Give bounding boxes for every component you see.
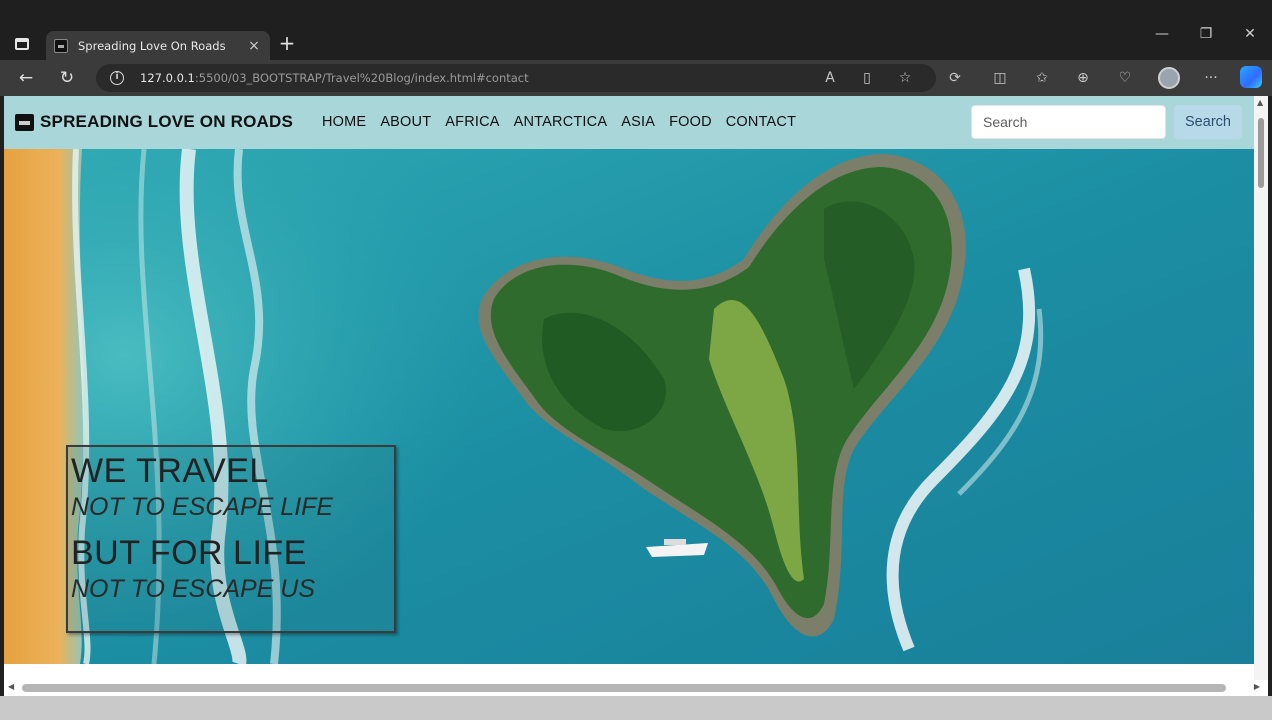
split-screen-icon[interactable]: ◫ [990, 68, 1010, 88]
nav-link-africa[interactable]: AFRICA [445, 114, 499, 130]
vertical-scroll-thumb[interactable] [1258, 118, 1264, 188]
favicon-icon [54, 38, 68, 53]
hero-quote-box: WE TRAVEL NOT TO ESCAPE LIFE BUT FOR LIF… [66, 445, 396, 633]
url-path: :5500/03_BOOTSTRAP/Travel%20Blog/index.h… [194, 71, 529, 85]
tab-actions-icon[interactable] [10, 32, 34, 56]
hero-line-not-escape-us: NOT TO ESCAPE US [71, 575, 316, 603]
taskbar-strip [0, 696, 1272, 720]
profile-avatar[interactable] [1158, 67, 1180, 89]
nav-link-contact[interactable]: CONTACT [726, 114, 796, 130]
nav-link-asia[interactable]: ASIA [621, 114, 655, 130]
brand-name: SPREADING LOVE ON ROADS [40, 112, 294, 131]
hero-banner: WE TRAVEL NOT TO ESCAPE LIFE BUT FOR LIF… [4, 149, 1254, 664]
url-host: 127.0.0.1 [140, 71, 195, 85]
url-text: 127.0.0.1:5500/03_BOOTSTRAP/Travel%20Blo… [140, 71, 529, 85]
puzzle-icon[interactable]: ⟳ [945, 68, 965, 88]
back-icon[interactable]: ← [15, 67, 37, 89]
read-aloud-icon[interactable]: A [820, 68, 840, 88]
scroll-left-icon[interactable]: ◀ [8, 682, 14, 691]
info-icon[interactable]: i [110, 71, 124, 85]
heart-icon[interactable]: ♡ [1115, 68, 1135, 88]
collections-icon[interactable]: ⊕ [1073, 68, 1093, 88]
browser-toolbar: ← ↻ i 127.0.0.1:5500/03_BOOTSTRAP/Travel… [0, 60, 1272, 96]
nav-menu: HOME ABOUT AFRICA ANTARCTICA ASIA FOOD C… [322, 114, 810, 130]
nav-link-home[interactable]: HOME [322, 114, 366, 130]
horizontal-scroll-thumb[interactable] [22, 684, 1226, 692]
refresh-icon[interactable]: ↻ [56, 67, 78, 89]
close-window-button[interactable]: ✕ [1240, 26, 1260, 42]
tab-close-button[interactable]: × [246, 38, 262, 54]
scroll-up-icon[interactable]: ▲ [1257, 98, 1263, 107]
minimize-button[interactable]: — [1152, 26, 1172, 42]
browser-tab-bar: Spreading Love On Roads × + — ❐ ✕ [0, 0, 1272, 60]
hero-line-we-travel: WE TRAVEL [71, 452, 269, 490]
browser-tab[interactable]: Spreading Love On Roads × [46, 31, 270, 60]
hero-line-but-for-life: BUT FOR LIFE [71, 534, 307, 572]
more-icon[interactable]: ··· [1201, 68, 1221, 88]
brand[interactable]: SPREADING LOVE ON ROADS [15, 112, 293, 132]
address-bar[interactable]: i 127.0.0.1:5500/03_BOOTSTRAP/Travel%20B… [96, 64, 936, 92]
favorites-icon[interactable]: ✩ [1032, 68, 1052, 88]
page-viewport: SPREADING LOVE ON ROADS HOME ABOUT AFRIC… [4, 96, 1268, 696]
immersive-reader-icon[interactable]: ▯ [857, 68, 877, 88]
copilot-icon[interactable] [1240, 66, 1262, 88]
site-navbar: SPREADING LOVE ON ROADS HOME ABOUT AFRIC… [4, 96, 1254, 149]
maximize-button[interactable]: ❐ [1196, 26, 1216, 42]
nav-link-about[interactable]: ABOUT [380, 114, 431, 130]
star-icon[interactable]: ☆ [895, 68, 915, 88]
search-input[interactable] [971, 105, 1166, 139]
search-button[interactable]: Search [1174, 105, 1242, 139]
horizontal-scrollbar[interactable]: ◀ ▶ [4, 680, 1268, 696]
brand-logo-icon [15, 113, 34, 131]
hero-line-not-escape-life: NOT TO ESCAPE LIFE [71, 493, 334, 521]
scroll-right-icon[interactable]: ▶ [1254, 682, 1260, 691]
tab-title: Spreading Love On Roads [78, 38, 226, 53]
nav-link-food[interactable]: FOOD [669, 114, 712, 130]
nav-link-antarctica[interactable]: ANTARCTICA [514, 114, 608, 130]
new-tab-button[interactable]: + [276, 32, 298, 54]
vertical-scrollbar[interactable]: ▲ [1254, 96, 1268, 680]
